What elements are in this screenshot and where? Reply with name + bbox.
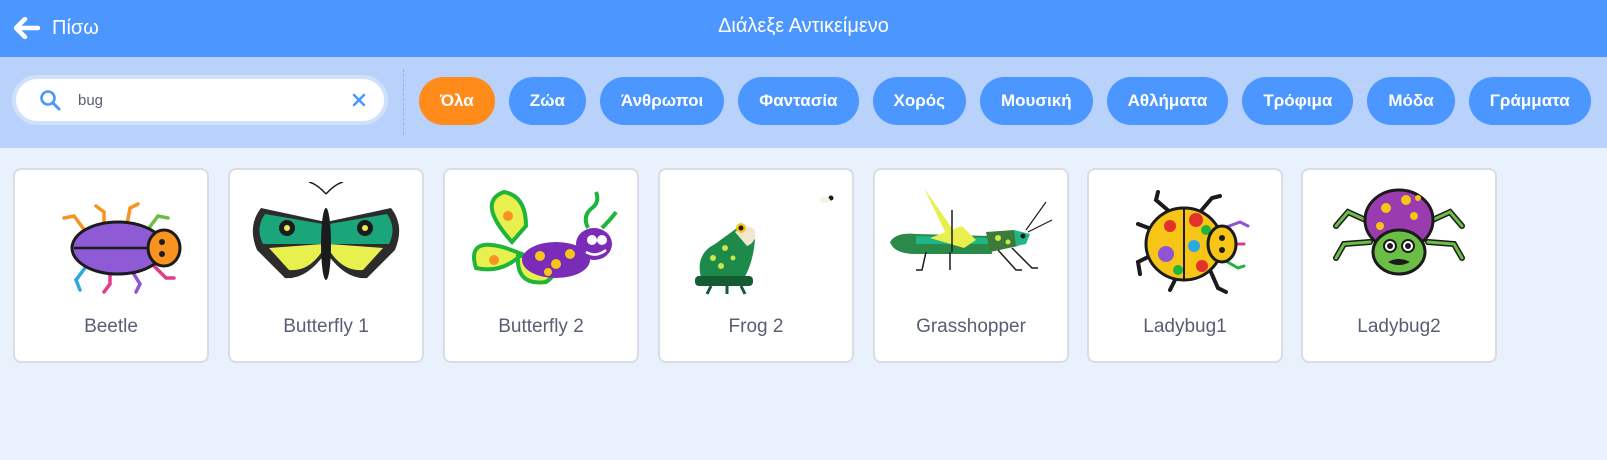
sprite-card-butterfly-2[interactable]: Butterfly 2 [443, 168, 639, 363]
butterfly-caterpillar-icon [472, 189, 618, 285]
sprite-name: Frog 2 [728, 316, 784, 337]
tag-all[interactable]: Όλα [419, 77, 495, 125]
tag-people[interactable]: Άνθρωποι [599, 77, 725, 125]
tag-food[interactable]: Τρόφιμα [1242, 77, 1354, 125]
sprite-name: Butterfly 2 [498, 316, 584, 337]
sprite-card-ladybug2[interactable]: Ladybug2 [1301, 168, 1497, 363]
sprite-name: Butterfly 1 [283, 316, 369, 337]
search-icon [38, 88, 62, 112]
beetle-icon [62, 202, 182, 294]
sprite-name: Ladybug2 [1357, 316, 1441, 337]
sprite-card-beetle[interactable]: Beetle [13, 168, 209, 363]
divider [403, 69, 404, 135]
tag-fantasy[interactable]: Φαντασία [738, 77, 859, 125]
search-box[interactable] [12, 75, 388, 125]
tag-music[interactable]: Μουσική [979, 77, 1093, 125]
tag-sports[interactable]: Αθλήματα [1106, 77, 1229, 125]
sprite-name: Grasshopper [916, 316, 1026, 337]
tag-animals[interactable]: Ζώα [508, 77, 586, 125]
spider-ladybug-icon [1333, 188, 1465, 276]
tag-dance[interactable]: Χορός [872, 77, 966, 125]
sprite-card-ladybug1[interactable]: Ladybug1 [1087, 168, 1283, 363]
sprite-card-butterfly-1[interactable]: Butterfly 1 [228, 168, 424, 363]
page-title: Διάλεξε Αντικείμενο [718, 15, 889, 37]
sprite-name: Beetle [84, 316, 138, 337]
tag-list: Όλα Ζώα Άνθρωποι Φαντασία Χορός Μουσική … [419, 77, 1591, 125]
sprite-library: Beetle Butterfly 1 Butterfly 2 Frog 2 Gr… [0, 148, 1607, 460]
sprite-card-frog-2[interactable]: Frog 2 [658, 168, 854, 363]
close-icon[interactable] [350, 91, 368, 109]
butterfly-icon [252, 182, 400, 280]
frog-icon [695, 195, 834, 295]
sprite-card-grasshopper[interactable]: Grasshopper [873, 168, 1069, 363]
grasshopper-icon [890, 188, 1053, 271]
ladybug-icon [1135, 190, 1250, 294]
search-input[interactable] [76, 90, 340, 110]
header-bar: Πίσω Διάλεξε Αντικείμενο [0, 0, 1607, 57]
filter-bar: Όλα Ζώα Άνθρωποι Φαντασία Χορός Μουσική … [0, 57, 1607, 148]
sprite-name: Ladybug1 [1143, 316, 1227, 337]
tag-fashion[interactable]: Μόδα [1367, 77, 1455, 125]
tag-letters[interactable]: Γράμματα [1468, 77, 1591, 125]
